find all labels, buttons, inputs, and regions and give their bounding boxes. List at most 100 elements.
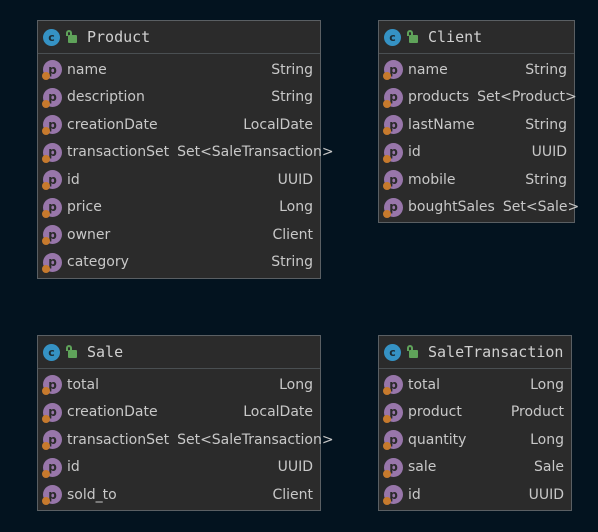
property-icon: p [42,430,62,451]
field-row[interactable]: p category String [38,249,320,277]
property-icon: p [383,430,403,451]
field-visibility-dot-icon [42,442,50,451]
field-row[interactable]: p id UUID [38,454,320,482]
class-header[interactable]: c Client [379,21,574,54]
field-name: product [408,404,462,421]
field-name: sold_to [67,486,117,503]
field-row[interactable]: p sold_to Client [38,481,320,509]
field-type: LocalDate [243,116,313,133]
field-type: Set<Product> [477,89,577,106]
field-row[interactable]: p lastName String [379,111,574,139]
field-type: UUID [528,486,564,503]
class-header[interactable]: c SaleTransaction [379,336,571,369]
field-row[interactable]: p description String [38,84,320,112]
class-box-client[interactable]: c Client p name String p products Set<Product> p… [378,20,579,223]
field-name: quantity [408,431,467,448]
field-name: products [408,89,470,106]
public-lock-icon [406,345,418,359]
field-visibility-dot-icon [383,99,391,108]
field-row[interactable]: p price Long [38,194,320,222]
class-icon: c [43,343,60,361]
field-type: String [525,171,567,188]
field-row[interactable]: p transactionSet Set<SaleTransaction> [38,426,334,454]
field-type: Long [530,431,564,448]
field-row[interactable]: p name String [379,56,574,84]
class-name: Sale [87,343,124,361]
field-type: Client [272,226,313,243]
field-type: Long [279,199,313,216]
field-row[interactable]: p mobile String [379,166,574,194]
field-visibility-dot-icon [42,497,50,506]
field-visibility-dot-icon [383,127,391,136]
field-row[interactable]: p owner Client [38,221,320,249]
property-icon: p [383,115,403,136]
property-icon: p [383,485,403,506]
class-box-saletransaction[interactable]: c SaleTransaction p total Long p product Produc… [378,335,572,511]
field-visibility-dot-icon [383,414,391,423]
class-header[interactable]: c Sale [38,336,320,369]
field-name: id [408,144,421,161]
field-row[interactable]: p product Product [379,399,571,427]
field-visibility-dot-icon [42,264,50,273]
field-row[interactable]: p name String [38,56,320,84]
property-icon: p [42,60,62,81]
property-icon: p [42,457,62,478]
field-name: boughtSales [408,199,495,216]
field-row[interactable]: p id UUID [38,166,320,194]
field-row[interactable]: p quantity Long [379,426,571,454]
public-lock-icon [406,30,418,44]
field-name: name [67,61,107,78]
field-visibility-dot-icon [42,182,50,191]
property-icon: p [42,170,62,191]
field-list: p name String p description String p creationDa… [38,54,334,277]
field-row[interactable]: p sale Sale [379,454,571,482]
public-lock-icon [65,30,77,44]
field-type: Set<SaleTransaction> [177,144,334,161]
field-row[interactable]: p boughtSales Set<Sale> [379,194,579,222]
property-icon: p [42,402,62,423]
field-row[interactable]: p creationDate LocalDate [38,111,320,139]
property-icon: p [383,142,403,163]
field-type: UUID [277,171,313,188]
field-visibility-dot-icon [42,127,50,136]
field-visibility-dot-icon [383,209,391,218]
field-visibility-dot-icon [42,209,50,218]
field-row[interactable]: p products Set<Product> [379,84,577,112]
field-visibility-dot-icon [383,72,391,81]
field-type: String [271,61,313,78]
class-name: SaleTransaction [428,343,564,361]
class-icon: c [384,343,401,361]
field-visibility-dot-icon [383,469,391,478]
field-visibility-dot-icon [42,387,50,396]
field-visibility-dot-icon [42,154,50,163]
property-icon: p [383,375,403,396]
field-row[interactable]: p transactionSet Set<SaleTransaction> [38,139,334,167]
field-name: description [67,89,145,106]
field-type: Long [530,376,564,393]
field-row[interactable]: p total Long [379,371,571,399]
property-icon: p [42,225,62,246]
field-type: String [525,116,567,133]
field-visibility-dot-icon [383,154,391,163]
field-name: transactionSet [67,431,170,448]
field-row[interactable]: p creationDate LocalDate [38,399,320,427]
field-list: p name String p products Set<Product> p lastNam… [379,54,579,222]
class-box-sale[interactable]: c Sale p total Long p creationDate LocalDate p tr… [37,335,334,511]
field-visibility-dot-icon [383,497,391,506]
field-name: total [67,376,100,393]
field-name: transactionSet [67,144,170,161]
class-box-product[interactable]: c Product p name String p description String p cr… [37,20,334,279]
field-name: sale [408,459,437,476]
class-header[interactable]: c Product [38,21,320,54]
field-type: Product [510,404,564,421]
field-type: Sale [534,459,564,476]
field-visibility-dot-icon [383,442,391,451]
field-type: String [525,61,567,78]
field-visibility-dot-icon [42,72,50,81]
property-icon: p [42,485,62,506]
property-icon: p [42,375,62,396]
property-icon: p [42,197,62,218]
field-row[interactable]: p id UUID [379,139,574,167]
field-row[interactable]: p total Long [38,371,320,399]
field-row[interactable]: p id UUID [379,481,571,509]
